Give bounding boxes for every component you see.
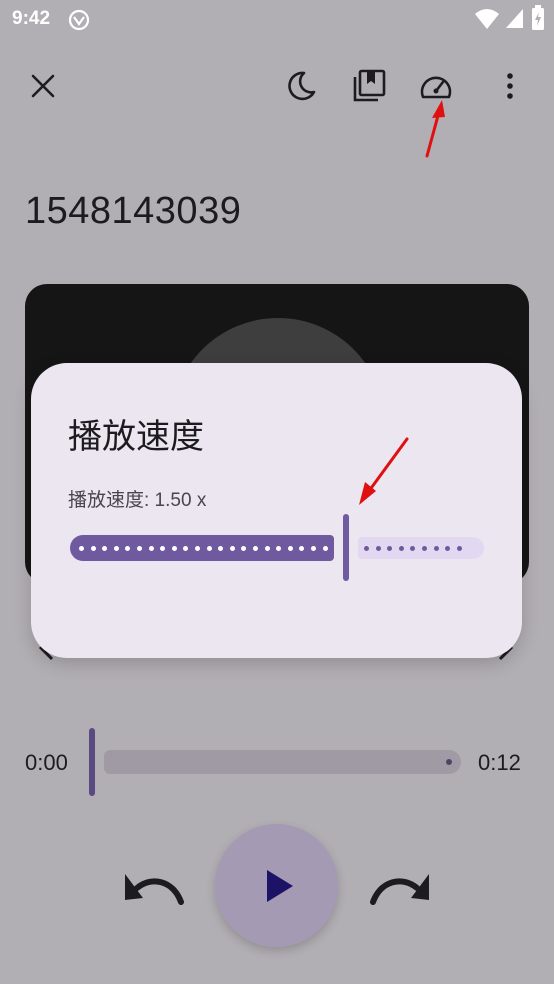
slider-tick-dot: [287, 546, 293, 551]
slider-tick-dot: [398, 546, 404, 551]
slider-tick-dot: [241, 546, 247, 551]
more-vert-icon: [507, 73, 513, 99]
vpn-icon: [68, 9, 90, 31]
status-bar: 9:42: [0, 0, 554, 40]
annotation-arrow-top: [425, 100, 445, 158]
rewind-button[interactable]: [119, 851, 189, 921]
play-icon: [266, 869, 293, 902]
progress-end-dot: [446, 759, 452, 765]
slider-tick-dot: [90, 546, 96, 551]
slider-tick-dot: [160, 546, 166, 551]
duration-time: 0:12: [478, 750, 521, 775]
slider-tick-dot: [253, 546, 258, 551]
close-icon: [31, 74, 55, 98]
elapsed-time: 0:00: [25, 750, 68, 775]
slider-tick-dot: [206, 546, 212, 551]
slider-tick-dot: [125, 546, 131, 551]
slider-tick-dot: [433, 546, 439, 551]
speed-slider[interactable]: [67, 503, 487, 593]
annotation-arrow-slider: [359, 437, 409, 505]
more-options-button[interactable]: [486, 62, 534, 110]
battery-charging-icon: [532, 5, 544, 30]
forward-icon: [370, 874, 429, 905]
playback-speed-dialog: 播放速度 播放速度: 1.50 x: [31, 363, 522, 658]
slider-tick-dot: [422, 546, 427, 551]
slider-tick-dot: [79, 546, 84, 551]
slider-tick-dot: [364, 546, 369, 551]
slider-tick-dot: [113, 546, 119, 551]
slider-tick-dot: [276, 546, 282, 551]
rewind-icon: [125, 874, 184, 905]
slider-ticks: [67, 503, 487, 593]
slider-tick-dot: [102, 546, 108, 551]
slider-tick-dot: [195, 546, 200, 551]
moon-icon: [288, 71, 316, 101]
wifi-icon: [475, 9, 499, 29]
slider-tick-dot: [218, 546, 224, 551]
recording-title: 1548143039: [25, 190, 242, 232]
play-button[interactable]: [215, 824, 338, 947]
sleep-timer-button[interactable]: [277, 62, 325, 110]
slider-tick-dot: [410, 546, 416, 551]
slider-tick-dot: [445, 546, 451, 551]
slider-tick-dot: [375, 546, 381, 551]
forward-button[interactable]: [365, 851, 435, 921]
status-time: 9:42: [12, 8, 51, 29]
slider-tick-dot: [264, 546, 270, 551]
signal-icon: [506, 9, 523, 28]
slider-tick-dot: [456, 546, 462, 551]
close-button[interactable]: [19, 62, 67, 110]
progress-track[interactable]: [104, 750, 461, 774]
slider-tick-dot: [387, 546, 393, 551]
bookmarks-button[interactable]: [345, 62, 393, 110]
slider-tick-dot: [229, 546, 235, 551]
slider-tick-dot: [171, 546, 177, 551]
slider-tick-dot: [322, 546, 328, 551]
slider-tick-dot: [299, 546, 305, 551]
bookmark-icon: [353, 69, 386, 102]
slider-tick-dot: [183, 546, 189, 551]
speedometer-icon: [420, 76, 452, 99]
slider-tick-dot: [137, 546, 142, 551]
slider-tick-dot: [148, 546, 154, 551]
progress-thumb[interactable]: [89, 728, 95, 796]
slider-tick-dot: [311, 546, 316, 551]
dialog-title: 播放速度: [68, 418, 204, 456]
